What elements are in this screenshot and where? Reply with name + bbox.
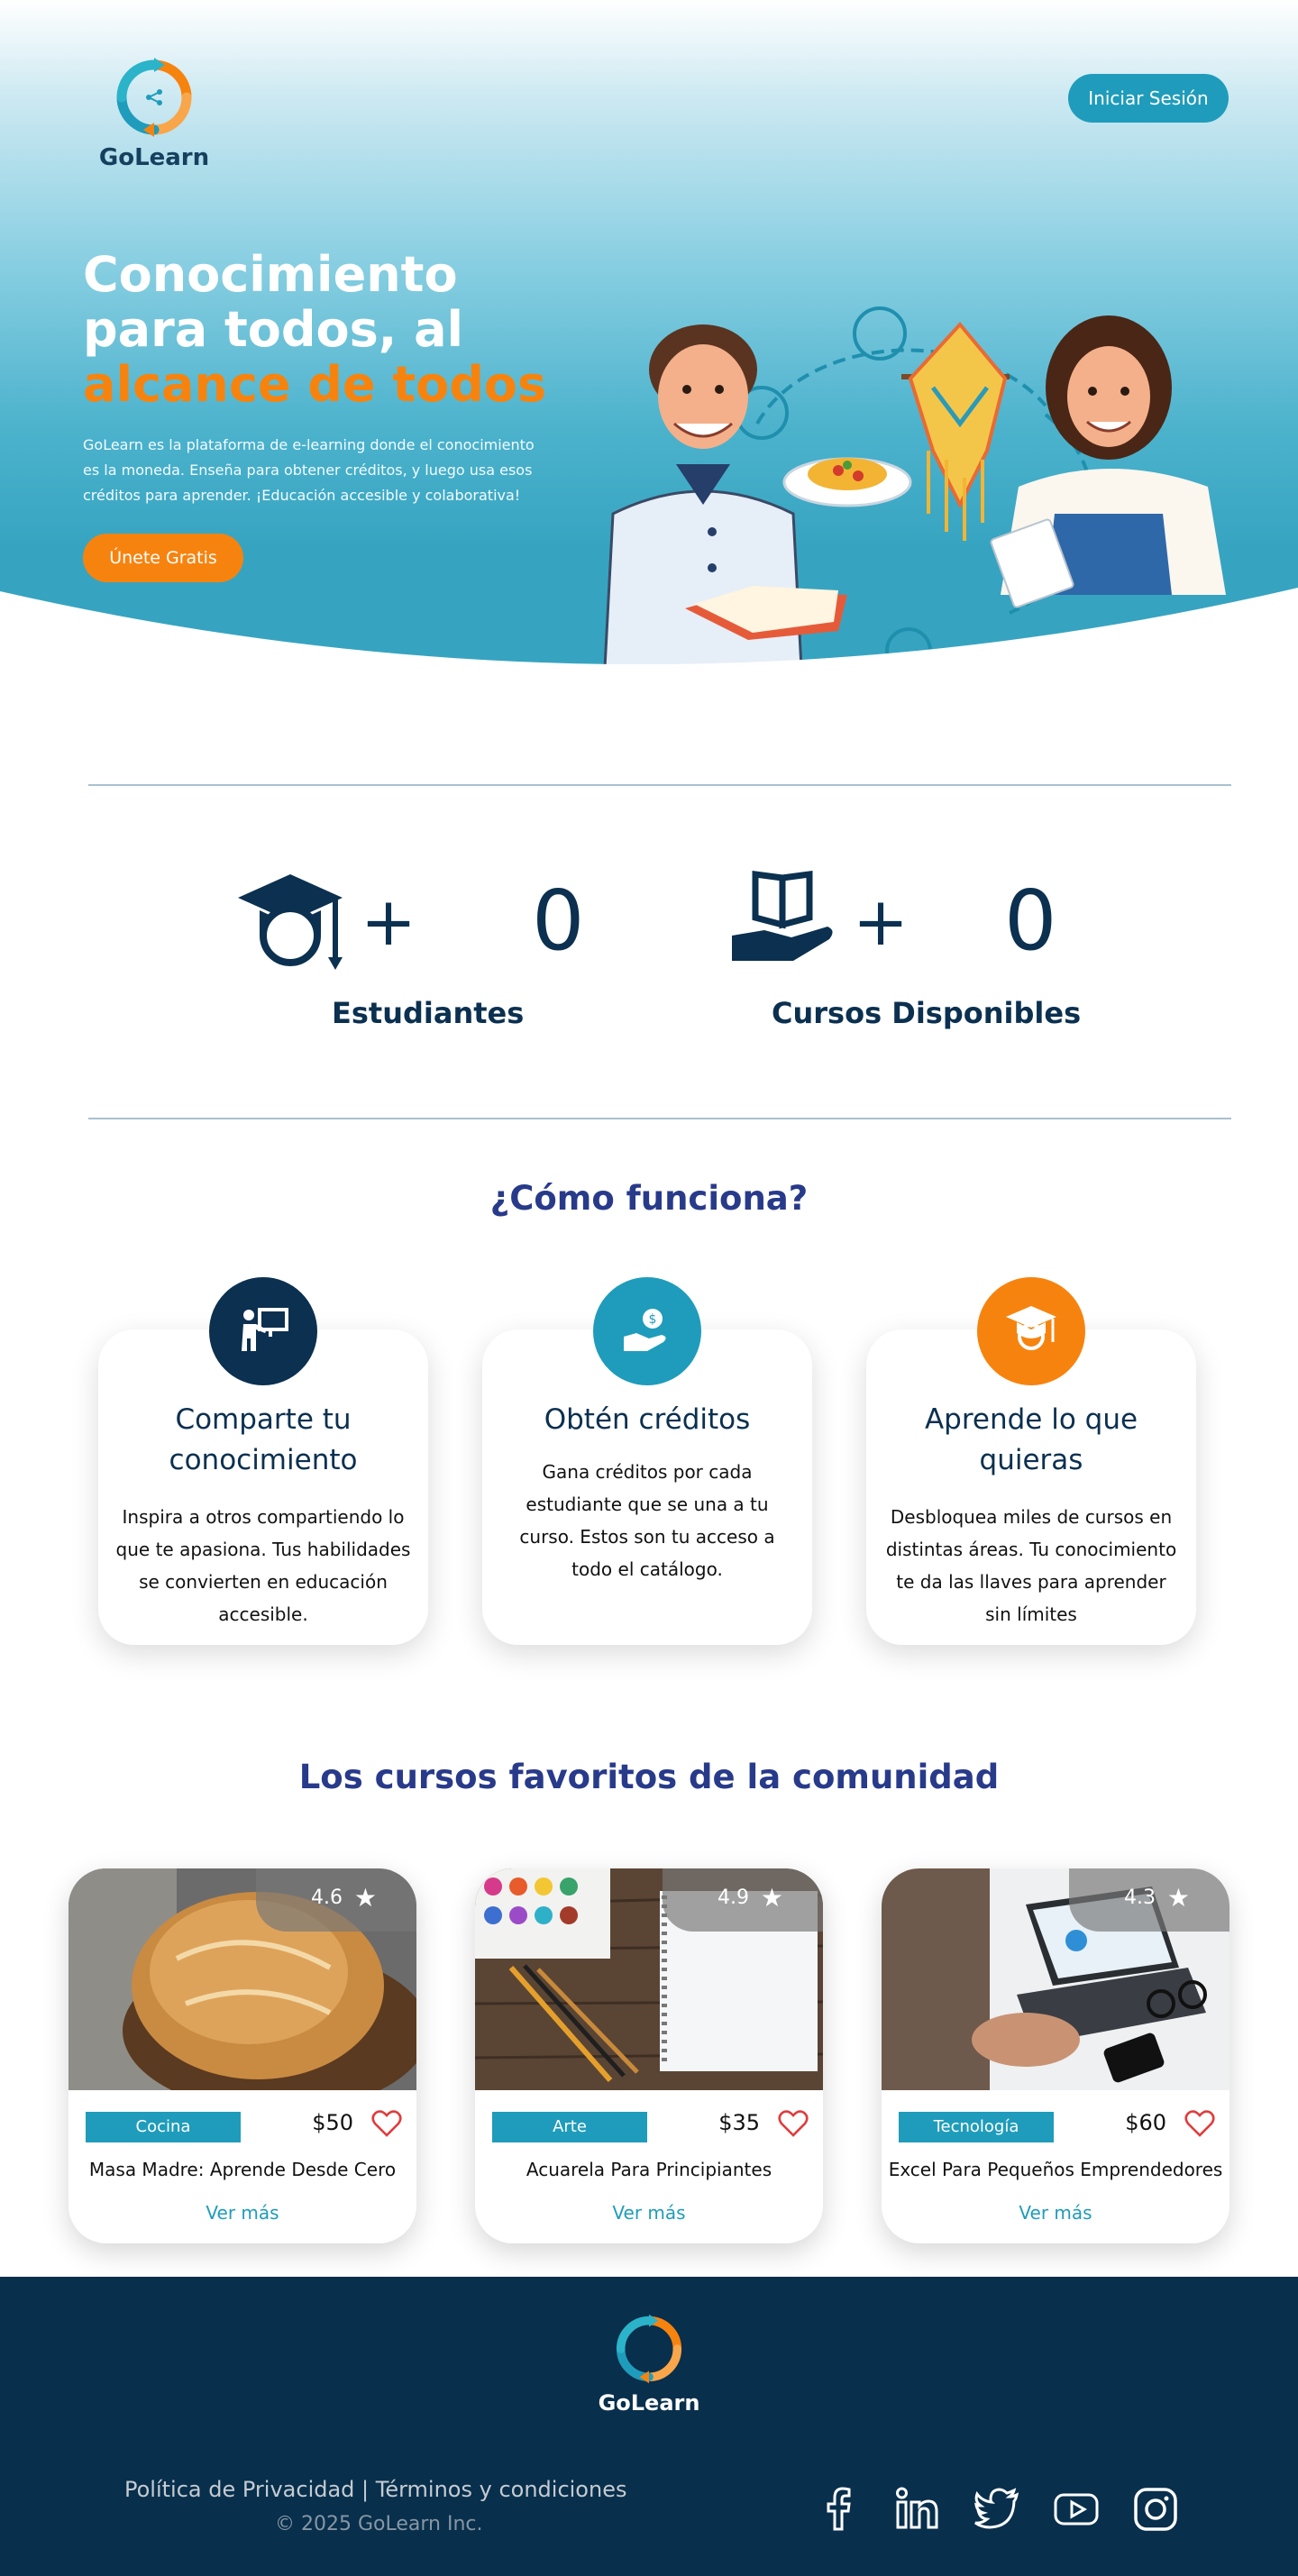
stat-students-plus: +	[361, 883, 417, 961]
how-icon-circle: $	[593, 1277, 701, 1385]
rating-value: 4.3	[1124, 1886, 1156, 1909]
stat-courses: + 0 Cursos Disponibles	[728, 865, 1107, 1046]
course-card[interactable]: 4.3 ★ Tecnología $60 Excel Para Pequeños…	[882, 1868, 1229, 2243]
how-card-title: Obtén créditos	[544, 1403, 751, 1436]
footer-links[interactable]: Política de Privacidad | Términos y cond…	[124, 2477, 626, 2502]
course-card[interactable]: 4.6 ★ Cocina $50 Masa Madre: Aprende Des…	[69, 1868, 416, 2243]
logo-icon	[616, 2314, 682, 2384]
logo[interactable]: GoLearn	[97, 56, 211, 171]
stat-students-value: 0	[532, 872, 585, 969]
coin-hand-icon: $	[624, 1309, 666, 1351]
logo-icon	[116, 58, 192, 137]
course-title: Excel Para Pequeños Emprendedores	[888, 2159, 1223, 2180]
linkedin-icon[interactable]	[894, 2486, 941, 2533]
how-title: ¿Cómo funciona?	[489, 1179, 809, 1218]
stat-courses-plus: +	[853, 883, 910, 961]
teacher-board-icon	[242, 1308, 288, 1351]
footer-logo[interactable]: GoLearn	[591, 2313, 707, 2416]
heart-icon[interactable]	[371, 2108, 402, 2139]
stat-students-label: Estudiantes	[332, 996, 525, 1030]
footer-logo-text: GoLearn	[598, 2390, 700, 2416]
course-category[interactable]: Tecnología	[899, 2112, 1054, 2142]
graduate-icon	[1006, 1306, 1056, 1350]
course-category[interactable]: Arte	[492, 2112, 647, 2142]
course-card[interactable]: 4.9 ★ Arte $35 Acuarela Para Principiant…	[475, 1868, 823, 2243]
stat-courses-label: Cursos Disponibles	[772, 996, 1082, 1030]
course-price: $60	[1125, 2110, 1166, 2135]
how-card-text: Inspira a otros compartiendo lo que te a…	[115, 1506, 411, 1625]
heart-icon[interactable]	[778, 2108, 809, 2139]
graduate-icon	[238, 874, 343, 970]
hero-title: Conocimiento para todos, al alcance de t…	[83, 247, 588, 412]
star-icon: ★	[760, 1883, 783, 1913]
course-price: $35	[718, 2110, 760, 2135]
how-card-text: Gana créditos por cada estudiante que se…	[519, 1461, 775, 1580]
youtube-icon[interactable]	[1053, 2486, 1100, 2533]
course-rating: 4.9 ★	[663, 1868, 823, 1932]
instagram-icon[interactable]	[1132, 2486, 1179, 2533]
divider-top	[88, 784, 1231, 786]
course-category[interactable]: Cocina	[86, 2112, 241, 2142]
courses-title: Los cursos favoritos de la comunidad	[298, 1758, 1000, 1796]
facebook-icon[interactable]	[815, 2486, 862, 2533]
divider-bottom	[88, 1118, 1231, 1119]
how-icon-circle	[209, 1277, 317, 1385]
rating-value: 4.6	[311, 1886, 343, 1909]
course-price: $50	[312, 2110, 353, 2135]
how-card-share: Comparte tu conocimiento Inspira a otros…	[98, 1277, 428, 1645]
hero-wave	[0, 588, 1298, 703]
star-icon: ★	[353, 1883, 377, 1913]
how-card-text: Desbloquea miles de cursos en distintas …	[885, 1506, 1177, 1625]
how-card-title: Aprende lo que quieras	[924, 1403, 1138, 1476]
login-button[interactable]: Iniciar Sesión	[1068, 74, 1229, 123]
rating-value: 4.9	[718, 1886, 749, 1909]
course-title: Acuarela Para Principiantes	[526, 2159, 772, 2180]
stat-courses-value: 0	[1004, 872, 1057, 969]
book-hand-icon	[732, 871, 833, 961]
hero-title-accent: alcance de todos	[83, 356, 547, 413]
heart-icon[interactable]	[1184, 2108, 1215, 2139]
logo-text: GoLearn	[98, 144, 210, 171]
hero-section: GoLearn Iniciar Sesión Conocimiento para…	[0, 0, 1298, 703]
hero-description: GoLearn es la plataforma de e-learning d…	[83, 436, 535, 504]
stat-students: + 0 Estudiantes	[236, 865, 615, 1046]
how-card-title: Comparte tu conocimiento	[169, 1403, 358, 1476]
svg-text:$: $	[649, 1312, 657, 1327]
how-icon-circle	[977, 1277, 1085, 1385]
twitter-icon[interactable]	[974, 2486, 1020, 2533]
see-more-link[interactable]: Ver más	[475, 2202, 823, 2224]
hero-title-line1: Conocimiento	[83, 246, 458, 303]
footer-copyright: © 2025 GoLearn Inc.	[275, 2513, 483, 2535]
footer: GoLearn Política de Privacidad | Término…	[0, 2277, 1298, 2576]
see-more-link[interactable]: Ver más	[69, 2202, 416, 2224]
course-title: Masa Madre: Aprende Desde Cero	[88, 2159, 397, 2180]
course-rating: 4.6 ★	[256, 1868, 416, 1932]
how-card-learn: Aprende lo que quieras Desbloquea miles …	[866, 1277, 1196, 1645]
star-icon: ★	[1166, 1883, 1190, 1913]
hero-title-line2: para todos, al	[83, 301, 464, 358]
see-more-link[interactable]: Ver más	[882, 2202, 1229, 2224]
course-rating: 4.3 ★	[1069, 1868, 1229, 1932]
how-card-credits: $ Obtén créditos Gana créditos por cada …	[482, 1277, 812, 1645]
